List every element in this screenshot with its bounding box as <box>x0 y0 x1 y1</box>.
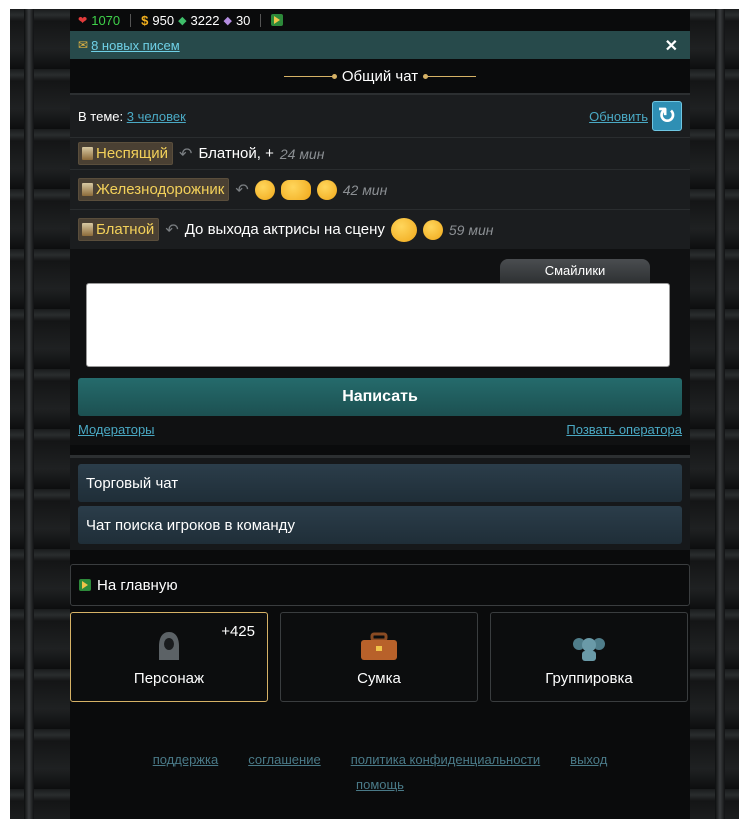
dollar-icon: $ <box>141 12 149 28</box>
purple-crystal-icon: ◆ <box>223 14 232 27</box>
purple-crystal-value: 30 <box>235 12 251 28</box>
topic-label: В теме: <box>78 108 124 124</box>
chat-message: Неспящий ↶ Блатной, + 24 мин <box>70 137 690 169</box>
nickname-badge[interactable]: Неспящий <box>78 142 174 165</box>
character-icon <box>159 632 179 660</box>
nav-tiles: +425 Персонаж Сумка Группировка <box>70 612 690 702</box>
heart-icon: ❤ <box>78 14 88 27</box>
green-crystal-value: 3222 <box>190 12 220 28</box>
rank-icon <box>82 223 93 236</box>
footer-links-row: помощь <box>70 777 690 792</box>
nickname-badge[interactable]: Блатной <box>78 218 160 241</box>
message-text: До выхода актрисы на сцену <box>184 221 385 238</box>
bag-label: Сумка <box>357 670 401 687</box>
call-operator-link[interactable]: Позвать оператора <box>566 422 682 437</box>
footer-links-row: поддержка соглашение политика конфиденци… <box>70 752 690 767</box>
help-link[interactable]: помощь <box>356 777 404 792</box>
laughing-smiley-icon <box>390 217 417 242</box>
rank-icon <box>82 183 93 196</box>
divider <box>130 13 132 27</box>
reply-icon[interactable]: ↶ <box>179 144 192 164</box>
group-tile[interactable]: Группировка <box>490 612 688 702</box>
chat-panel: В теме: 3 человек Обновить ↻ Неспящий ↶ … <box>70 93 690 249</box>
compose-links: Модераторы Позвать оператора <box>78 422 682 437</box>
refresh-icon[interactable]: ↻ <box>652 101 682 131</box>
footer: поддержка соглашение политика конфиденци… <box>70 752 690 792</box>
room-trade-chat[interactable]: Торговый чат <box>78 464 682 502</box>
close-icon[interactable]: ✕ <box>665 36 678 56</box>
divider <box>260 13 262 27</box>
chat-topic-row: В теме: 3 человек Обновить ↻ <box>70 95 690 137</box>
bag-tile[interactable]: Сумка <box>280 612 478 702</box>
chat-heading: Общий чат <box>70 59 690 93</box>
message-time: 59 мин <box>448 221 494 238</box>
new-mail-link[interactable]: 8 новых писем <box>91 38 180 53</box>
agreement-link[interactable]: соглашение <box>248 752 320 767</box>
support-link[interactable]: поддержка <box>153 752 219 767</box>
nickname: Неспящий <box>96 145 169 162</box>
money-value: 950 <box>152 12 175 28</box>
bag-icon <box>361 632 397 660</box>
message-input[interactable] <box>86 283 670 367</box>
home-link[interactable]: На главную <box>70 564 690 606</box>
mail-icon: ✉ <box>78 38 89 52</box>
logout-link[interactable]: выход <box>570 752 607 767</box>
left-metal-border <box>10 9 70 819</box>
compose-area: Смайлики Написать Модераторы Позвать опе… <box>70 249 690 445</box>
rank-icon <box>82 147 93 160</box>
smiley-icon <box>280 179 311 200</box>
hp-value: 1070 <box>91 12 121 28</box>
room-team-search-chat[interactable]: Чат поиска игроков в команду <box>78 506 682 544</box>
topic-users-link[interactable]: 3 человек <box>127 109 186 124</box>
exit-door-icon[interactable] <box>271 14 284 26</box>
message-text: Блатной, + <box>198 145 274 162</box>
refresh-control: Обновить ↻ <box>589 101 682 131</box>
main-content: ❤ 1070 $ 950 ◆ 3222 ◆ 30 ✉ 8 новых писем… <box>70 9 690 819</box>
character-label: Персонаж <box>133 670 205 687</box>
smiley-icon <box>316 179 337 200</box>
home-door-icon <box>79 579 91 591</box>
mail-notification: ✉ 8 новых писем ✕ <box>70 31 690 59</box>
page-title: Общий чат <box>341 67 419 85</box>
character-badge: +425 <box>221 623 255 640</box>
chat-rooms-list: Торговый чат Чат поиска игроков в команд… <box>70 455 690 550</box>
moderators-link[interactable]: Модераторы <box>78 422 155 437</box>
privacy-link[interactable]: политика конфиденциальности <box>351 752 540 767</box>
reply-icon[interactable]: ↶ <box>165 220 178 240</box>
message-time: 42 мин <box>342 181 388 198</box>
reply-icon[interactable]: ↶ <box>235 180 248 200</box>
character-tile[interactable]: +425 Персонаж <box>70 612 268 702</box>
nickname: Блатной <box>96 221 155 238</box>
refresh-link[interactable]: Обновить <box>589 109 648 124</box>
green-crystal-icon: ◆ <box>178 14 187 27</box>
group-label: Группировка <box>545 670 633 687</box>
ornament-line <box>423 73 477 79</box>
send-button[interactable]: Написать <box>78 378 682 416</box>
smiley-icon <box>422 219 443 240</box>
ornament-line <box>283 73 337 79</box>
message-time: 24 мин <box>279 145 325 162</box>
smileys-tab[interactable]: Смайлики <box>500 259 650 283</box>
nickname-badge[interactable]: Железнодорожник <box>78 178 230 201</box>
home-label: На главную <box>97 576 178 594</box>
chat-message: Железнодорожник ↶ 42 мин <box>70 169 690 209</box>
chat-message: Блатной ↶ До выхода актрисы на сцену 59 … <box>70 209 690 249</box>
nickname: Железнодорожник <box>96 181 225 198</box>
status-bar: ❤ 1070 $ 950 ◆ 3222 ◆ 30 <box>70 9 690 31</box>
game-frame: ❤ 1070 $ 950 ◆ 3222 ◆ 30 ✉ 8 новых писем… <box>10 9 739 819</box>
group-icon <box>573 638 605 661</box>
smiley-icon <box>254 179 275 200</box>
